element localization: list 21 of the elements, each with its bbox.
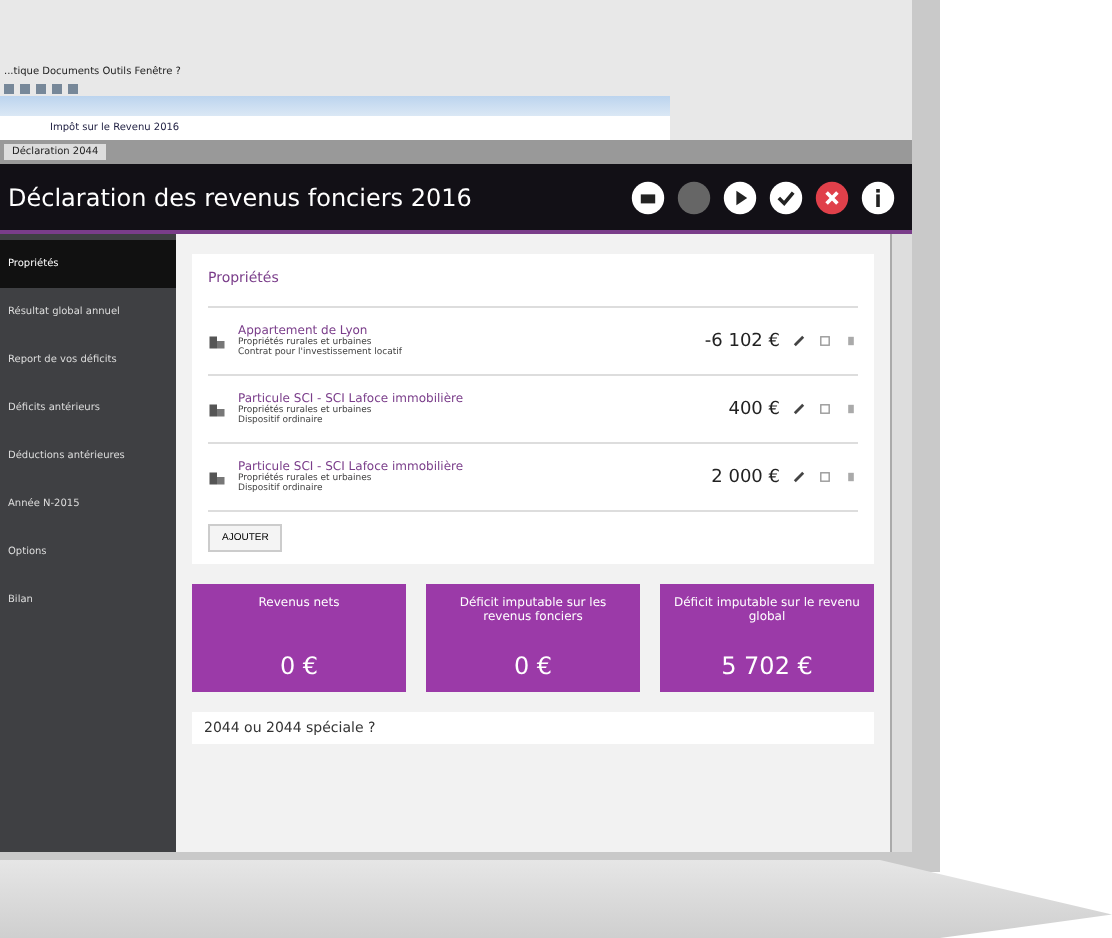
edit-icon[interactable]	[792, 402, 806, 416]
copy-icon[interactable]	[818, 334, 832, 348]
edit-icon[interactable]	[792, 334, 806, 348]
building-icon	[208, 400, 226, 418]
edit-icon[interactable]	[792, 470, 806, 484]
window-title: Déclaration des revenus fonciers 2016	[8, 183, 472, 211]
copy-icon[interactable]	[818, 402, 832, 416]
property-amount: -6 102 €	[704, 331, 780, 351]
play-icon[interactable]	[722, 179, 758, 215]
building-icon	[208, 332, 226, 350]
building-icon	[208, 468, 226, 486]
property-amount: 400 €	[728, 399, 780, 419]
info-icon[interactable]	[860, 179, 896, 215]
property-amount: 2 000 €	[711, 467, 780, 487]
print-icon[interactable]	[630, 179, 666, 215]
card-value: 0 €	[279, 652, 319, 680]
card-value: 0 €	[513, 652, 553, 680]
card-value: 5 702 €	[721, 652, 813, 680]
copy-icon[interactable]	[818, 470, 832, 484]
close-icon[interactable]	[814, 179, 850, 215]
check-icon[interactable]	[768, 179, 804, 215]
